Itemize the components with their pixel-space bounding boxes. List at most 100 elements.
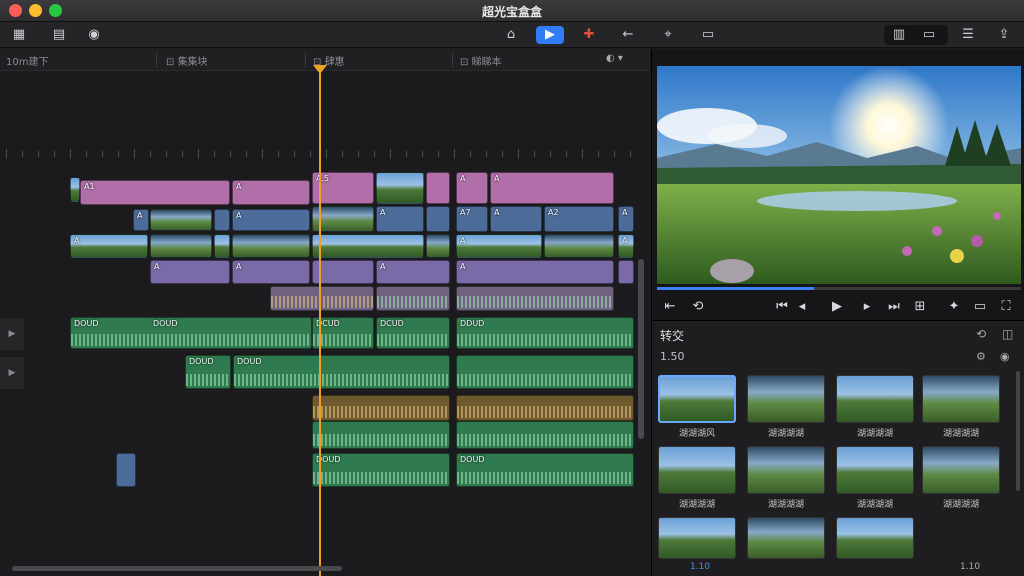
export-icon[interactable]: ⇪: [993, 26, 1015, 44]
video-clip[interactable]: A: [232, 260, 310, 284]
video-clip[interactable]: [232, 234, 310, 258]
audio-clip[interactable]: DOUD: [70, 317, 312, 349]
compare-icon[interactable]: ◫: [1002, 327, 1013, 341]
crop-icon[interactable]: ⊞: [910, 299, 930, 314]
video-clip[interactable]: [150, 209, 212, 231]
view-b-icon[interactable]: ▭: [918, 26, 940, 44]
audio-clip[interactable]: DOUD: [185, 355, 231, 389]
video-clip[interactable]: A: [456, 260, 614, 284]
list-icon[interactable]: ☰: [957, 26, 979, 44]
effect-item[interactable]: 湖湖湖湖: [658, 446, 736, 510]
view-a-icon[interactable]: ▥: [888, 26, 910, 44]
video-clip[interactable]: A2: [544, 206, 614, 232]
music-clip[interactable]: [312, 395, 450, 421]
horizontal-scrollbar[interactable]: [12, 566, 342, 571]
audio-clip[interactable]: DDUD: [456, 317, 634, 349]
audio-clip[interactable]: DOUD: [456, 453, 634, 487]
effect-item[interactable]: 湖湖湖湖: [747, 375, 825, 439]
audio-clip[interactable]: [456, 355, 634, 389]
settings-icon[interactable]: ⚙: [976, 350, 986, 363]
video-clip[interactable]: A.5: [312, 172, 374, 204]
step-forward-icon[interactable]: ▸: [857, 299, 877, 314]
video-clip[interactable]: [214, 209, 230, 231]
browser-icon[interactable]: ▤: [48, 26, 70, 44]
video-clip[interactable]: [456, 286, 614, 311]
video-clip[interactable]: A: [133, 209, 149, 231]
forward-icon[interactable]: ⏭: [884, 299, 904, 314]
effect-item[interactable]: [658, 517, 736, 559]
effect-item[interactable]: 湖湖湖风: [658, 375, 736, 439]
loop-icon[interactable]: ⟲: [688, 299, 708, 314]
video-clip[interactable]: A: [376, 260, 450, 284]
music-clip[interactable]: [456, 395, 634, 421]
playhead[interactable]: [319, 65, 321, 576]
effect-item[interactable]: 湖湖湖湖: [836, 375, 914, 439]
video-clip[interactable]: A: [376, 206, 424, 232]
effect-item[interactable]: [747, 517, 825, 559]
effects-scrollbar[interactable]: [1016, 371, 1020, 491]
effect-item[interactable]: 湖湖湖湖: [747, 446, 825, 510]
audio-clip[interactable]: DOUD: [312, 453, 450, 487]
audio-clip[interactable]: [312, 421, 450, 449]
video-clip[interactable]: [116, 453, 136, 487]
play-icon[interactable]: ▶: [536, 26, 564, 44]
play-icon[interactable]: ▶: [827, 299, 847, 314]
video-clip[interactable]: A: [70, 234, 148, 258]
video-clip[interactable]: [70, 177, 80, 202]
back-icon[interactable]: ←: [617, 26, 639, 44]
library-icon[interactable]: ▦: [8, 26, 30, 44]
video-clip[interactable]: A7: [456, 206, 488, 232]
video-clip[interactable]: [426, 206, 450, 232]
tool-icon[interactable]: ✚: [578, 26, 600, 44]
playhead-handle[interactable]: [313, 65, 327, 74]
video-clip[interactable]: A: [490, 206, 542, 232]
video-clip[interactable]: A: [618, 234, 634, 258]
track-toggle[interactable]: ▶: [0, 357, 24, 389]
video-clip[interactable]: A: [618, 206, 634, 232]
zoom-icon[interactable]: ◐ ▾: [606, 53, 623, 64]
video-clip[interactable]: A: [150, 260, 230, 284]
split-icon[interactable]: ⌖: [657, 26, 679, 44]
import-icon[interactable]: ⌂: [500, 26, 522, 44]
track-toggle[interactable]: ▶: [0, 318, 24, 350]
fullscreen-icon[interactable]: ⛶: [996, 299, 1016, 314]
playback-progress[interactable]: [657, 287, 1021, 290]
video-clip[interactable]: A: [456, 172, 488, 204]
comment-icon[interactable]: ▭: [697, 26, 719, 44]
video-clip[interactable]: [544, 234, 614, 258]
video-clip[interactable]: [214, 234, 230, 258]
reset-icon[interactable]: ⟲: [976, 327, 986, 341]
location-icon[interactable]: ◉: [83, 26, 105, 44]
audio-clip[interactable]: DOUD: [233, 355, 450, 389]
video-clip[interactable]: A: [232, 180, 310, 205]
video-clip[interactable]: [270, 286, 374, 311]
video-clip[interactable]: [150, 234, 212, 258]
video-clip[interactable]: A: [490, 172, 614, 204]
video-clip[interactable]: [312, 234, 424, 258]
audio-clip[interactable]: [456, 421, 634, 449]
camera-icon[interactable]: ◉: [1000, 350, 1010, 363]
video-clip[interactable]: [376, 286, 450, 311]
video-clip[interactable]: A: [232, 209, 310, 231]
effect-item[interactable]: 湖湖湖湖: [836, 446, 914, 510]
video-clip[interactable]: [376, 172, 424, 204]
screen-icon[interactable]: ▭: [970, 299, 990, 314]
video-clip[interactable]: A: [456, 234, 542, 258]
video-clip[interactable]: [618, 260, 634, 284]
video-clip[interactable]: [426, 234, 450, 258]
timeline[interactable]: 10m建下 ⊡ 集集块 ⊡ 肆惠 ⊡ 睇睇本 ◐ ▾ A1 A A.5 A A …: [0, 49, 650, 576]
video-clip[interactable]: A1: [80, 180, 230, 205]
effects-icon[interactable]: ✦: [944, 299, 964, 314]
audio-clip[interactable]: DCUD: [312, 317, 374, 349]
preview-frame[interactable]: [657, 66, 1021, 284]
effect-item[interactable]: 湖湖湖湖: [922, 375, 1000, 439]
video-clip[interactable]: [312, 206, 374, 232]
step-back-icon[interactable]: ◂: [792, 299, 812, 314]
video-clip[interactable]: [426, 172, 450, 204]
video-clip[interactable]: [312, 260, 374, 284]
rewind-icon[interactable]: ⏮: [772, 299, 792, 314]
prev-frame-icon[interactable]: ⇤: [660, 299, 680, 314]
audio-clip[interactable]: DCUD: [376, 317, 450, 349]
vertical-scrollbar[interactable]: [638, 259, 644, 439]
effect-item[interactable]: [836, 517, 914, 559]
